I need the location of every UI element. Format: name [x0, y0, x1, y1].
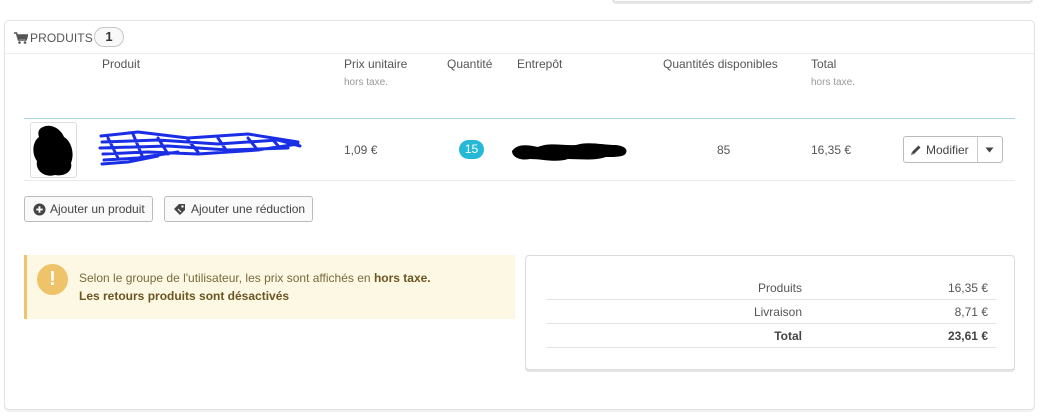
edit-button[interactable]: Modifier: [904, 137, 978, 162]
add-product-label: Ajouter un produit: [50, 202, 145, 216]
col-header-total-sub: hors taxe.: [811, 77, 855, 88]
pencil-icon: [911, 145, 921, 155]
tax-warning-alert: ! Selon le groupe de l'utilisateur, les …: [24, 255, 515, 319]
alert-text: Selon le groupe de l'utilisateur, les pr…: [79, 271, 431, 285]
col-header-total: Total: [811, 57, 837, 71]
col-header-quantity: Quantité: [447, 57, 493, 71]
redacted-image-scribble: [33, 125, 73, 176]
exclamation-icon: !: [37, 264, 68, 295]
product-image: [30, 122, 77, 178]
row-divider: [24, 180, 1015, 181]
add-product-button[interactable]: Ajouter un produit: [24, 196, 153, 222]
edit-dropdown-toggle[interactable]: [978, 137, 1002, 162]
add-discount-label: Ajouter une réduction: [191, 202, 306, 216]
totals-label: Livraison: [753, 305, 802, 319]
row-unit-price: 1,09 €: [344, 143, 378, 157]
tag-icon: [174, 203, 185, 215]
col-header-warehouse: Entrepôt: [517, 57, 563, 71]
header-divider: [24, 118, 1015, 119]
redacted-warehouse: [512, 143, 627, 161]
alert-text-bold: hors taxe.: [373, 271, 431, 285]
row-total: 16,35 €: [811, 143, 852, 157]
totals-row-total: Total 23,61 €: [546, 324, 996, 348]
col-header-unit-price: Prix unitaire: [344, 57, 408, 71]
row-quantity-badge: 15: [459, 140, 484, 159]
totals-label: Total: [774, 329, 802, 343]
totals-row-shipping: Livraison 8,71 €: [546, 300, 996, 324]
edit-button-label: Modifier: [926, 142, 969, 157]
col-header-unit-price-sub: hors taxe.: [344, 77, 388, 88]
totals-label: Produits: [757, 281, 802, 295]
products-count-badge: 1: [94, 27, 124, 47]
totals-value: 23,61 €: [947, 329, 988, 343]
totals-value: 16,35 €: [947, 281, 988, 295]
totals-panel: Produits 16,35 € Livraison 8,71 € Total …: [525, 255, 1015, 370]
alert-text-prefix: Selon le groupe de l'utilisateur, les pr…: [79, 271, 371, 285]
add-discount-button[interactable]: Ajouter une réduction: [164, 196, 314, 222]
redacted-product-name: [98, 130, 302, 166]
col-header-available: Quantités disponibles: [663, 57, 778, 71]
panel-title: PRODUITS: [30, 31, 93, 45]
plus-circle-icon: [33, 203, 46, 215]
cart-icon: [14, 32, 28, 44]
top-panel-edge: [612, 0, 1033, 2]
row-available-quantity: 85: [717, 143, 731, 157]
totals-row-products: Produits 16,35 €: [546, 276, 996, 300]
row-actions: Modifier: [903, 136, 1003, 163]
col-header-product: Produit: [102, 57, 141, 71]
caret-down-icon: [985, 147, 994, 152]
panel-heading: PRODUITS 1: [5, 21, 1034, 54]
totals-value: 8,71 €: [954, 305, 988, 319]
alert-returns-disabled: Les retours produits sont désactivés: [79, 289, 290, 303]
